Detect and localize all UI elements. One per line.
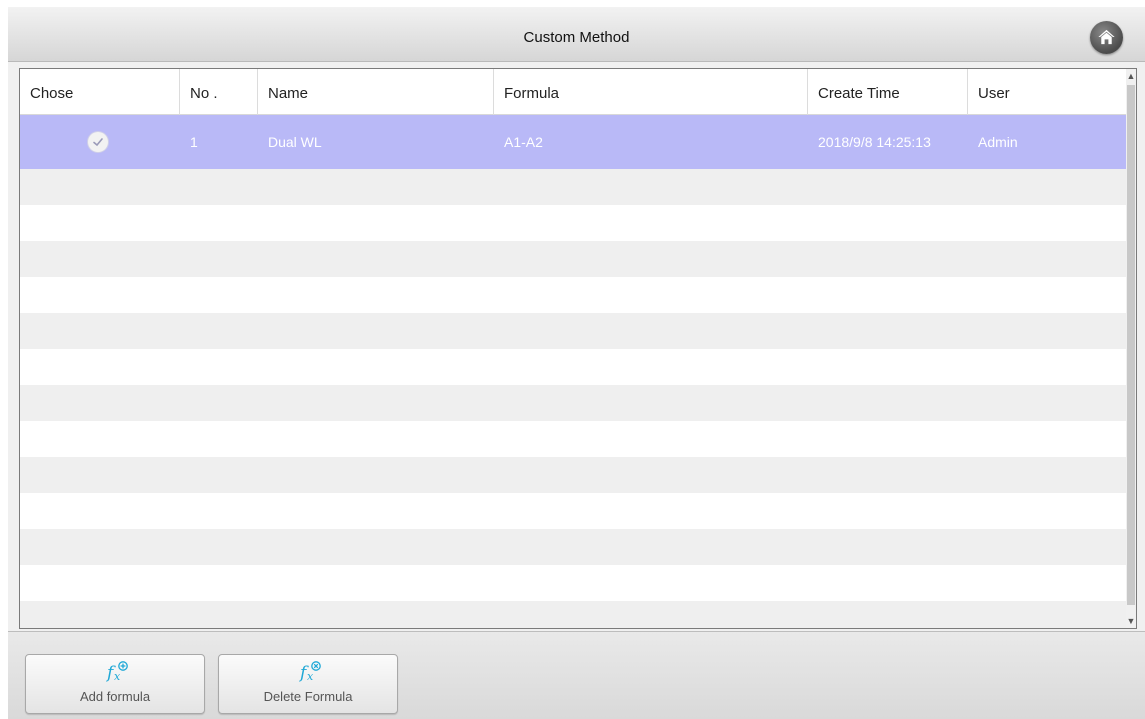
empty-row	[20, 565, 1126, 601]
empty-row	[20, 313, 1126, 349]
row-create-time: 2018/9/8 14:25:13	[818, 134, 931, 150]
empty-row	[20, 457, 1126, 493]
svg-text:x: x	[114, 670, 121, 683]
delete-formula-button[interactable]: f x Delete Formula	[218, 654, 398, 714]
scrollbar-thumb[interactable]	[1127, 85, 1135, 605]
title-bar: Custom Method	[8, 7, 1145, 62]
check-icon	[93, 138, 103, 147]
window-title: Custom Method	[523, 29, 630, 46]
empty-row	[20, 601, 1126, 628]
scroll-down-arrow[interactable]: ▼	[1126, 614, 1136, 628]
column-header-name[interactable]: Name	[258, 69, 494, 115]
row-chose-checkbox[interactable]	[88, 132, 108, 152]
home-icon	[1098, 29, 1115, 45]
empty-row	[20, 205, 1126, 241]
row-formula: A1-A2	[504, 134, 543, 150]
empty-row	[20, 421, 1126, 457]
empty-row	[20, 529, 1126, 565]
empty-row	[20, 385, 1126, 421]
empty-row	[20, 241, 1126, 277]
custom-method-window: Custom Method Chose No . Name Formula Cr…	[8, 7, 1145, 719]
fx-delete-icon: f x	[298, 661, 321, 683]
column-header-no[interactable]: No .	[180, 69, 258, 115]
delete-formula-label: Delete Formula	[263, 689, 353, 704]
table-body: 1 Dual WL A1-A2 2018/9/8 14:25:13 Admin	[20, 115, 1126, 628]
table-row[interactable]: 1 Dual WL A1-A2 2018/9/8 14:25:13 Admin	[20, 115, 1126, 169]
empty-row	[20, 169, 1126, 205]
fx-add-icon: f x	[105, 661, 128, 683]
add-formula-label: Add formula	[79, 689, 151, 704]
empty-row	[20, 349, 1126, 385]
svg-text:x: x	[307, 670, 314, 683]
row-no: 1	[190, 134, 198, 150]
home-button[interactable]	[1090, 21, 1123, 54]
table-header: Chose No . Name Formula Create Time User	[20, 69, 1126, 115]
formula-table: Chose No . Name Formula Create Time User…	[19, 68, 1137, 629]
row-name: Dual WL	[268, 134, 322, 150]
empty-row	[20, 277, 1126, 313]
column-header-user[interactable]: User	[968, 69, 1126, 115]
vertical-scrollbar[interactable]: ▲ ▼	[1126, 69, 1136, 628]
column-header-create-time[interactable]: Create Time	[808, 69, 968, 115]
add-formula-button[interactable]: f x Add formula	[25, 654, 205, 714]
row-user: Admin	[978, 134, 1018, 150]
bottom-toolbar: f x Add formula f x Delete Formula	[8, 631, 1145, 719]
empty-row	[20, 493, 1126, 529]
column-header-chose[interactable]: Chose	[20, 69, 180, 115]
scroll-up-arrow[interactable]: ▲	[1126, 69, 1136, 83]
column-header-formula[interactable]: Formula	[494, 69, 808, 115]
